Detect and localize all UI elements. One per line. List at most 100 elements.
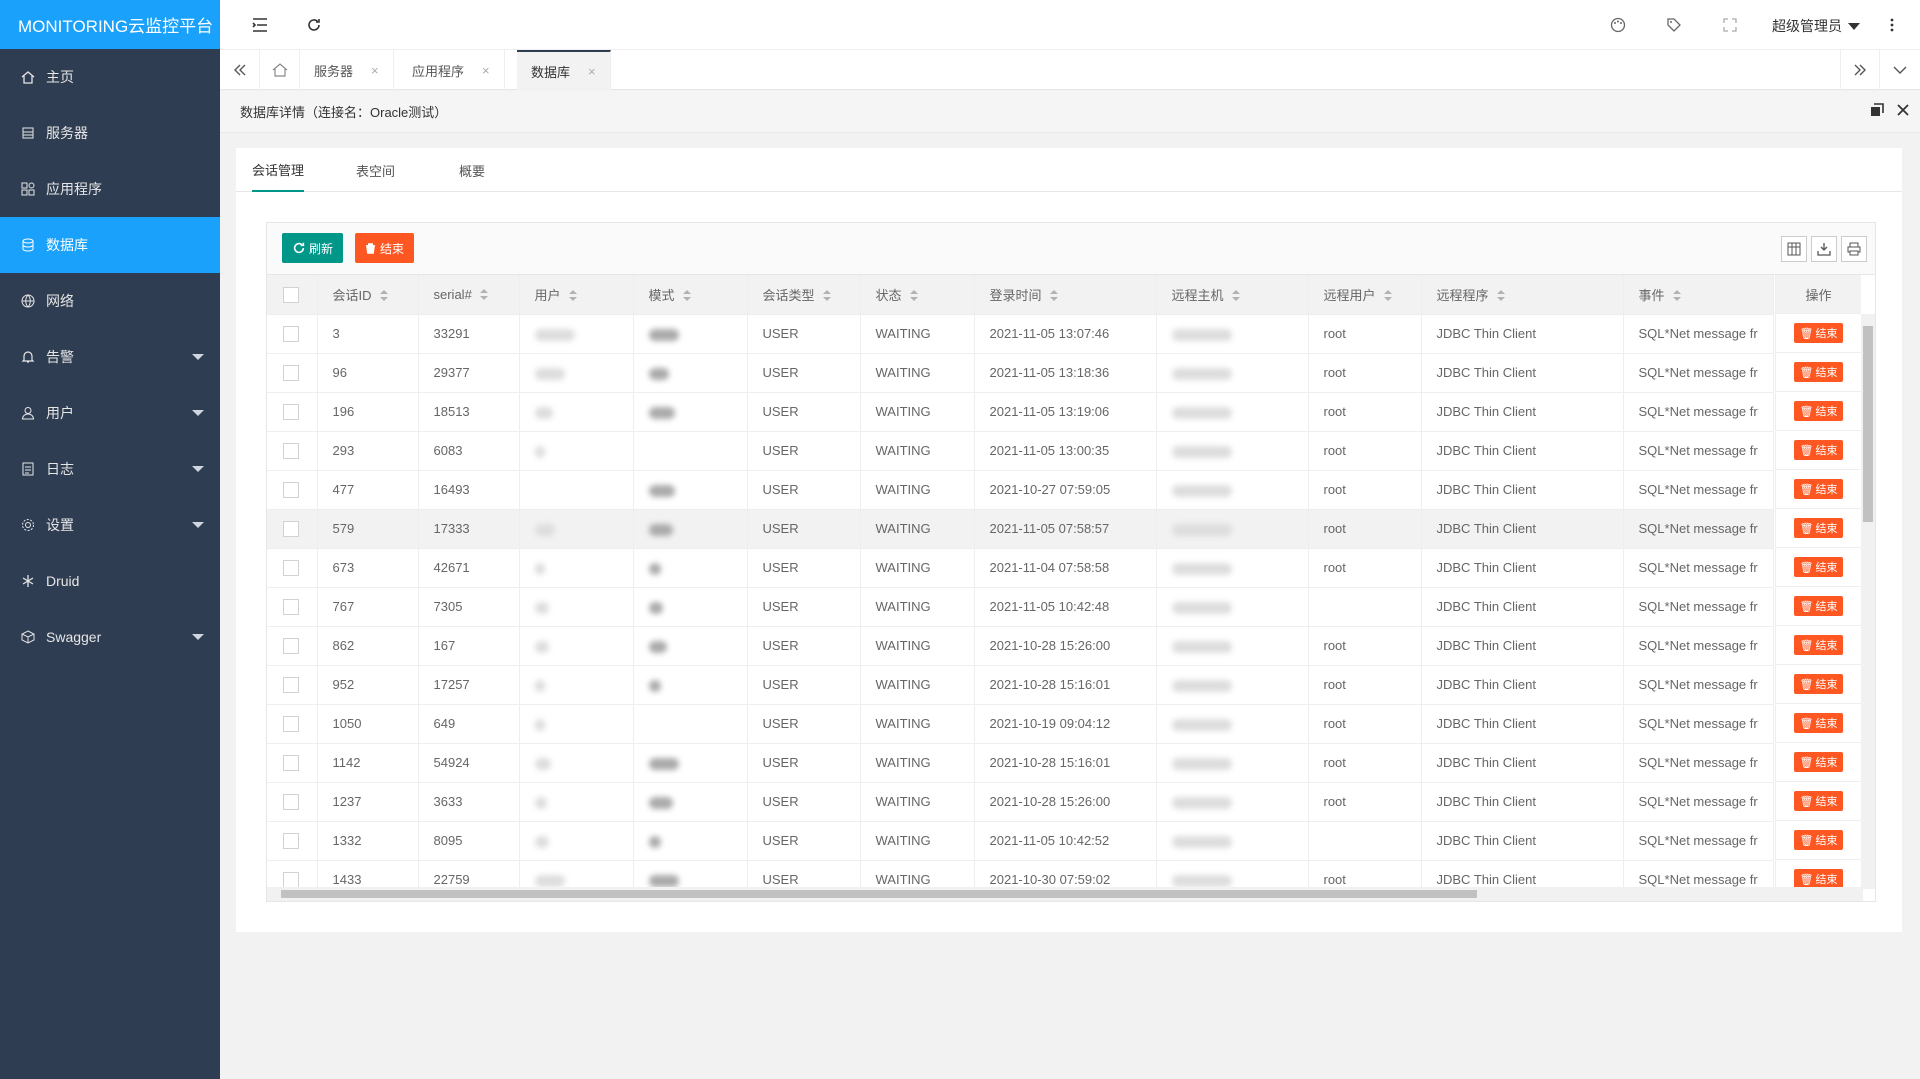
end-row-button[interactable]: 🗑 结束 <box>1793 596 1844 616</box>
scroll-left-icon[interactable] <box>220 50 260 90</box>
close-icon[interactable]: × <box>482 63 490 78</box>
row-checkbox[interactable] <box>267 704 318 744</box>
tab-servers[interactable]: 服务器 × <box>300 50 394 90</box>
tab-tablespaces[interactable]: 表空间 <box>356 148 395 192</box>
row-checkbox[interactable] <box>267 782 318 822</box>
tab-sessions[interactable]: 会话管理 <box>252 148 305 192</box>
end-row-button[interactable]: 🗑 结束 <box>1793 479 1844 499</box>
column-header[interactable]: 远程主机 <box>1156 275 1309 315</box>
column-header[interactable]: 会话类型 <box>747 275 861 315</box>
column-header[interactable]: 会话ID <box>317 275 419 315</box>
table-row[interactable]: 1237 3633 USER WAITING 2021-10-28 15:26:00 ro… <box>267 782 1774 822</box>
column-header[interactable]: 远程用户 <box>1308 275 1422 315</box>
sidebar-item-gear[interactable]: 设置 <box>0 497 220 553</box>
table-row[interactable]: 477 16493 USER WAITING 2021-10-27 07:59:05 ro… <box>267 470 1774 510</box>
end-row-button[interactable]: 🗑 结束 <box>1793 557 1844 577</box>
menu-toggle-icon[interactable] <box>248 13 272 37</box>
refresh-icon[interactable] <box>302 13 326 37</box>
end-row-button[interactable]: 🗑 结束 <box>1793 791 1844 811</box>
theme-icon[interactable] <box>1606 13 1630 37</box>
columns-filter-icon[interactable] <box>1781 236 1807 262</box>
row-checkbox[interactable] <box>267 821 318 861</box>
chevron-down-icon[interactable] <box>1880 50 1920 90</box>
close-icon[interactable] <box>1896 103 1910 120</box>
sidebar-item-globe[interactable]: 网络 <box>0 273 220 329</box>
fullscreen-icon[interactable] <box>1718 13 1742 37</box>
tab-applications[interactable]: 应用程序 × <box>398 50 505 90</box>
end-row-button[interactable]: 🗑 结束 <box>1793 518 1844 538</box>
cell-status: WAITING <box>860 821 975 861</box>
column-header[interactable]: 状态 <box>860 275 975 315</box>
more-icon[interactable] <box>1880 13 1904 37</box>
column-header[interactable]: 事件 <box>1623 275 1774 315</box>
sidebar-item-server[interactable]: 服务器 <box>0 105 220 161</box>
table-row[interactable]: 673 42671 USER WAITING 2021-11-04 07:58:58 ro… <box>267 548 1774 588</box>
select-all-checkbox[interactable] <box>267 275 318 315</box>
table-row[interactable]: 3 33291 USER WAITING 2021-11-05 13:07:46 root… <box>267 314 1774 354</box>
app-logo[interactable]: MONITORING云监控平台 <box>0 0 220 49</box>
maximize-icon[interactable] <box>1870 103 1884 120</box>
column-header[interactable]: 模式 <box>633 275 748 315</box>
table-row[interactable]: 1332 8095 USER WAITING 2021-11-05 10:42:52 JD… <box>267 821 1774 861</box>
sidebar-item-bell[interactable]: 告警 <box>0 329 220 385</box>
end-row-button[interactable]: 🗑 结束 <box>1793 869 1844 889</box>
column-header[interactable]: 用户 <box>519 275 634 315</box>
row-checkbox[interactable] <box>267 587 318 627</box>
tab-overview[interactable]: 概要 <box>459 148 485 192</box>
row-checkbox[interactable] <box>267 626 318 666</box>
table-row[interactable]: 196 18513 USER WAITING 2021-11-05 13:19:06 ro… <box>267 392 1774 432</box>
user-menu[interactable]: 超级管理员 <box>1772 16 1860 36</box>
row-checkbox[interactable] <box>267 314 318 354</box>
column-header[interactable]: 登录时间 <box>974 275 1157 315</box>
end-row-button[interactable]: 🗑 结束 <box>1793 635 1844 655</box>
sidebar-item-app[interactable]: 应用程序 <box>0 161 220 217</box>
column-header[interactable]: 远程程序 <box>1421 275 1624 315</box>
sidebar-item-user[interactable]: 用户 <box>0 385 220 441</box>
sidebar-item-home[interactable]: 主页 <box>0 49 220 105</box>
scroll-right-icon[interactable] <box>1840 50 1880 90</box>
end-row-button[interactable]: 🗑 结束 <box>1793 440 1844 460</box>
refresh-button[interactable]: 刷新 <box>282 233 344 263</box>
table-row[interactable]: 862 167 USER WAITING 2021-10-28 15:26:00 root… <box>267 626 1774 666</box>
print-icon[interactable] <box>1841 236 1867 262</box>
row-checkbox[interactable] <box>267 548 318 588</box>
horizontal-scrollbar[interactable] <box>267 887 1863 901</box>
home-tab-icon[interactable] <box>260 50 300 90</box>
table-row[interactable]: 579 17333 USER WAITING 2021-11-05 07:58:57 ro… <box>267 509 1774 549</box>
cell-user-redacted <box>519 470 634 510</box>
row-checkbox[interactable] <box>267 743 318 783</box>
close-icon[interactable]: × <box>371 63 379 78</box>
end-row-button[interactable]: 🗑 结束 <box>1793 830 1844 850</box>
vertical-scrollbar[interactable] <box>1861 314 1875 889</box>
sidebar-item-label: 网络 <box>46 293 74 309</box>
table-row[interactable]: 1050 649 USER WAITING 2021-10-19 09:04:12 roo… <box>267 704 1774 744</box>
end-row-button[interactable]: 🗑 结束 <box>1793 362 1844 382</box>
row-checkbox[interactable] <box>267 392 318 432</box>
sidebar-item-cube[interactable]: Swagger <box>0 609 220 665</box>
row-checkbox[interactable] <box>267 353 318 393</box>
cell-schema-redacted <box>633 314 748 354</box>
table-row[interactable]: 96 29377 USER WAITING 2021-11-05 13:18:36 roo… <box>267 353 1774 393</box>
row-checkbox[interactable] <box>267 431 318 471</box>
sidebar-item-snowflake[interactable]: Druid <box>0 553 220 609</box>
end-row-button[interactable]: 🗑 结束 <box>1793 674 1844 694</box>
table-row[interactable]: 952 17257 USER WAITING 2021-10-28 15:16:01 ro… <box>267 665 1774 705</box>
end-row-button[interactable]: 🗑 结束 <box>1793 713 1844 733</box>
table-row[interactable]: 293 6083 USER WAITING 2021-11-05 13:00:35 roo… <box>267 431 1774 471</box>
tag-icon[interactable] <box>1662 13 1686 37</box>
row-checkbox[interactable] <box>267 470 318 510</box>
column-header[interactable]: serial# <box>418 275 520 315</box>
sidebar-item-database[interactable]: 数据库 <box>0 217 220 273</box>
tab-database[interactable]: 数据库 × <box>517 50 611 90</box>
end-row-button[interactable]: 🗑 结束 <box>1793 752 1844 772</box>
table-row[interactable]: 1142 54924 USER WAITING 2021-10-28 15:16:01 r… <box>267 743 1774 783</box>
sidebar-item-log[interactable]: 日志 <box>0 441 220 497</box>
end-row-button[interactable]: 🗑 结束 <box>1793 401 1844 421</box>
export-icon[interactable] <box>1811 236 1837 262</box>
close-icon[interactable]: × <box>588 64 596 79</box>
table-row[interactable]: 767 7305 USER WAITING 2021-11-05 10:42:48 JDB… <box>267 587 1774 627</box>
row-checkbox[interactable] <box>267 509 318 549</box>
end-session-button[interactable]: 结束 <box>355 233 415 263</box>
end-row-button[interactable]: 🗑 结束 <box>1793 323 1844 343</box>
row-checkbox[interactable] <box>267 665 318 705</box>
